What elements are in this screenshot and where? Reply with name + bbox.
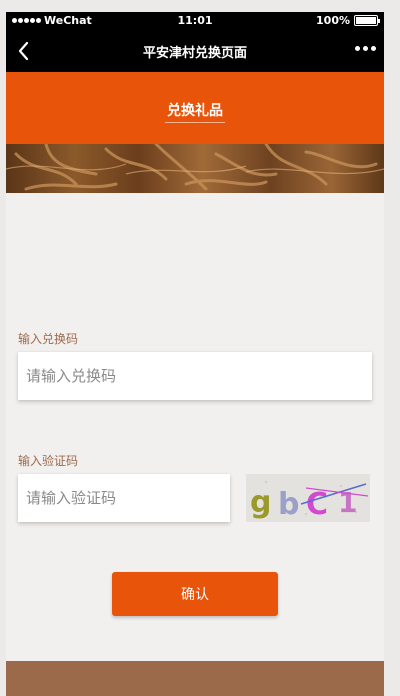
ginseng-roots-image bbox=[6, 144, 384, 191]
nav-bar: 平安津村兑换页面 bbox=[6, 30, 384, 72]
captcha-char-c: C bbox=[306, 487, 328, 522]
code-label: 输入兑换码 bbox=[18, 332, 79, 346]
verify-code-input[interactable] bbox=[18, 474, 230, 522]
title-underline bbox=[165, 122, 225, 123]
redeem-code-input[interactable] bbox=[18, 352, 372, 400]
gift-header: 兑换礼品 bbox=[6, 72, 384, 144]
nav-title: 平安津村兑换页面 bbox=[142, 46, 247, 61]
captcha-char-b: b bbox=[278, 487, 299, 522]
footer-bar bbox=[6, 661, 384, 696]
battery-percent: 100% bbox=[316, 14, 350, 27]
phone-screen: WeChat 11:01 100% 平安津村兑换页面 兑换礼品 输入兑换码 请输… bbox=[6, 12, 384, 696]
status-bar: WeChat 11:01 100% bbox=[6, 12, 384, 30]
more-dots-icon[interactable] bbox=[355, 46, 376, 51]
captcha-char-g: g bbox=[250, 485, 271, 520]
banner-image bbox=[6, 144, 384, 193]
verify-label: 输入验证码 bbox=[18, 454, 79, 468]
battery-icon bbox=[354, 15, 380, 26]
page-title: 兑换礼品 bbox=[167, 103, 223, 119]
captcha-image[interactable]: g b C 1 bbox=[246, 474, 370, 522]
confirm-button[interactable]: 确认 bbox=[112, 572, 278, 616]
battery-fill bbox=[356, 17, 376, 24]
status-right: 100% bbox=[316, 14, 380, 27]
